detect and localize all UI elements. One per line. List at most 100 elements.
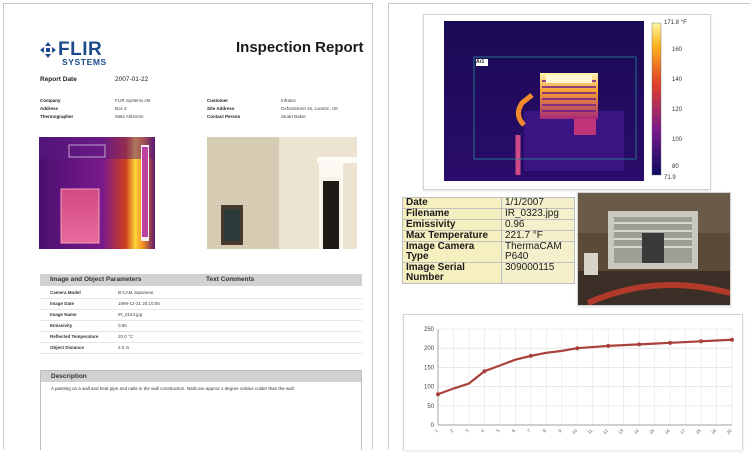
- x-tick-label: 17: [679, 428, 686, 435]
- parameters-header-label: Image and Object Parameters: [50, 276, 142, 283]
- x-tick-label: 10: [571, 428, 578, 435]
- x-tick-label: 11: [587, 428, 594, 435]
- series-point: [668, 340, 673, 345]
- area-box-label: Ar1: [476, 59, 485, 65]
- photo-corner-painting: [207, 137, 357, 249]
- table-key: Max Temperature: [402, 230, 502, 242]
- thermographer-label: Thermographer: [40, 114, 74, 119]
- description-box: Description A painting on a wall and hea…: [40, 370, 362, 450]
- report-title: Inspection Report: [236, 39, 364, 56]
- y-tick-label: 150: [424, 365, 435, 371]
- x-tick-label: 1: [433, 428, 439, 434]
- scale-tick-160: 160: [672, 47, 683, 53]
- x-tick-label: 13: [617, 428, 624, 435]
- x-tick-label: 20: [726, 428, 733, 435]
- series-point: [528, 353, 533, 358]
- x-tick-label: 19: [710, 428, 717, 435]
- table-value: 1/1/2007: [501, 197, 575, 209]
- customer-value: Infratec: [281, 98, 297, 103]
- report-date-label: Report Date: [40, 76, 77, 83]
- param-row-object-distance: Object Distance 2.0 m: [40, 342, 362, 354]
- param-value: B-CAM Japanese,: [118, 290, 155, 295]
- scale-tick-100: 100: [672, 137, 683, 143]
- scale-tick-140: 140: [672, 77, 683, 83]
- series-point: [699, 339, 704, 344]
- y-tick-label: 200: [424, 346, 435, 352]
- x-tick-label: 12: [602, 428, 609, 435]
- table-key: Image Serial Number: [402, 262, 502, 284]
- table-value: 0.96: [501, 219, 575, 231]
- x-tick-label: 7: [526, 428, 532, 434]
- x-tick-label: 15: [648, 428, 655, 435]
- company-value: FLIR Systems AB: [115, 98, 151, 103]
- x-tick-label: 3: [464, 428, 470, 434]
- param-label: Image Name: [50, 312, 77, 317]
- ir-image-wall: [39, 137, 155, 249]
- table-row: Image Serial Number 309000115: [402, 262, 575, 284]
- param-value: IR_0164.jpg: [118, 312, 143, 317]
- trend-chart-card: 0 50 100 150 200 250 1 2 3 4 5 6 7 8 9 10 11 12 13 14 15 16 17…: [403, 314, 743, 450]
- table-row: Filename IR_0323.jpg: [402, 208, 575, 220]
- param-value: 2.0 m: [118, 345, 130, 350]
- photo-compressor: [578, 193, 731, 306]
- x-tick-label: 6: [511, 428, 517, 434]
- scale-tick-120: 120: [672, 107, 683, 113]
- param-value: 1999-12-31 20:10:55: [118, 301, 160, 306]
- customer-label: Customer: [207, 98, 229, 103]
- series-point: [482, 369, 487, 374]
- table-key: Date: [402, 197, 502, 209]
- flir-logo: FLIR SYSTEMS: [40, 39, 120, 70]
- contact-person-label: Contact Person: [207, 114, 241, 119]
- x-tick-label: 9: [557, 428, 563, 434]
- table-key: Image Camera Type: [402, 241, 502, 263]
- series-point: [436, 392, 440, 397]
- param-value: 20.0 °C: [118, 334, 134, 339]
- param-label: Reflected Temperature: [50, 334, 99, 339]
- scale-max-label: 171.8 °F: [664, 20, 687, 26]
- param-label: Image Date: [50, 301, 75, 306]
- y-tick-label: 50: [427, 404, 434, 410]
- series-point: [637, 342, 642, 347]
- param-label: Object Distance: [50, 345, 85, 350]
- report-date-value: 2007-01-22: [115, 76, 149, 83]
- table-key: Emissivity: [402, 219, 502, 231]
- x-tick-label: 8: [542, 428, 548, 434]
- x-tick-label: 2: [449, 428, 455, 434]
- brand-subtitle: SYSTEMS: [62, 57, 107, 67]
- description-text: A painting on a wall and heat pipe and n…: [51, 386, 295, 391]
- thermal-image-card: Ar1 171.8 °F 160 140 120 100 80 71.9: [423, 14, 711, 190]
- description-header: Description: [41, 371, 361, 382]
- y-tick-label: 250: [424, 327, 435, 333]
- param-label: Camera Model: [50, 290, 81, 295]
- description-header-label: Description: [51, 373, 87, 380]
- trend-line-chart: 0501001502002501 2 3 4 5 6 7 8 9 10 11 12 13 14 15 16 17…: [424, 327, 734, 435]
- address-label: Address: [40, 106, 59, 111]
- inspection-report-page: FLIR SYSTEMS Inspection Report Report Da…: [3, 3, 373, 450]
- param-value: 0.96: [118, 323, 127, 328]
- x-tick-label: 14: [633, 428, 640, 435]
- scale-min-label: 71.9: [664, 175, 676, 181]
- thermal-image-compressor: [444, 21, 662, 181]
- table-key: Filename: [402, 208, 502, 220]
- parameters-header: Image and Object Parameters Text Comment…: [40, 274, 362, 286]
- flir-logo-mark-icon: [40, 42, 56, 58]
- x-tick-label: 4: [480, 428, 486, 434]
- table-row: Emissivity 0.96: [402, 219, 575, 231]
- x-tick-label: 5: [495, 428, 501, 434]
- param-label: Emissivity: [50, 323, 73, 328]
- table-row: Image Camera Type ThermaCAM P640: [402, 241, 575, 263]
- table-value: ThermaCAM P640: [501, 241, 575, 263]
- x-tick-label: 18: [695, 428, 702, 435]
- table-value: 221.7 °F: [501, 230, 575, 242]
- y-tick-label: 100: [424, 385, 435, 391]
- table-value: 309000115: [501, 262, 575, 284]
- thermographer-value: Mats Ahlström: [115, 114, 144, 119]
- photo-compressor-card: [577, 192, 731, 306]
- comments-header-label: Text Comments: [206, 276, 255, 283]
- site-address-label: Site Address: [207, 106, 235, 111]
- x-tick-label: 16: [664, 428, 671, 435]
- series-point: [575, 346, 580, 351]
- contact-person-value: Stuart Baker: [281, 114, 307, 119]
- image-info-table: Date 1/1/2007 Filename IR_0323.jpg Emiss…: [402, 197, 575, 284]
- site-address-value: Oxfordstreet 16, London, UK: [281, 106, 339, 111]
